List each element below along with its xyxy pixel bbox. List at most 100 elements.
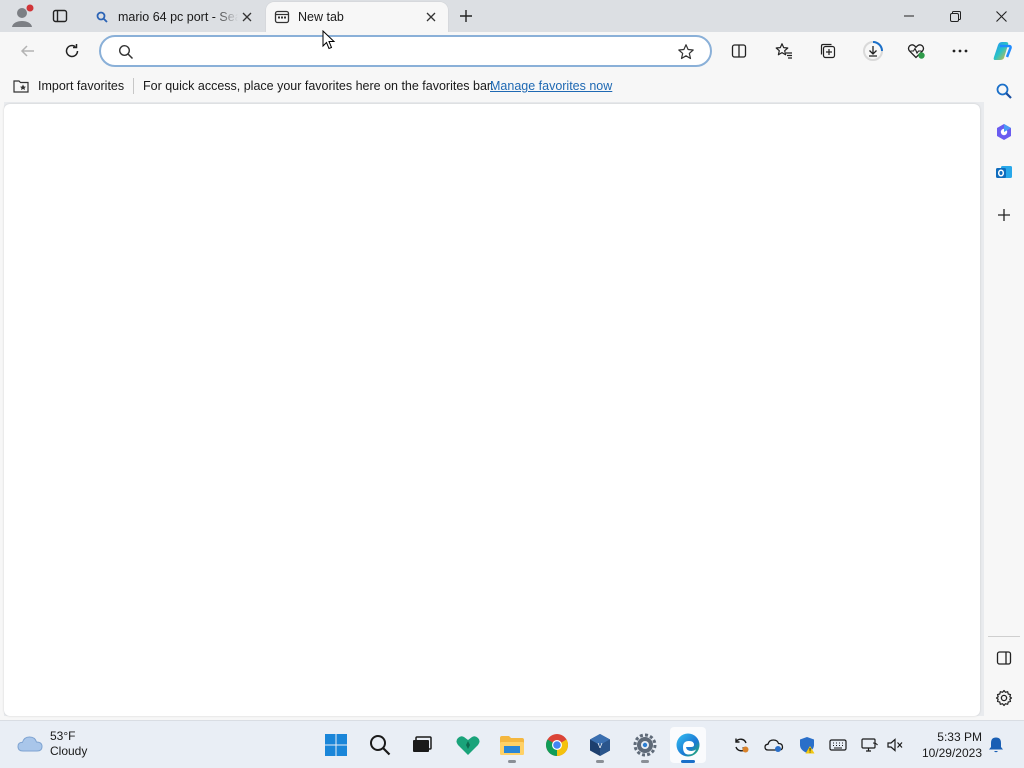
tab-actions-icon xyxy=(52,9,68,23)
tab-actions-button[interactable] xyxy=(46,4,74,28)
close-icon xyxy=(995,10,1007,22)
import-favorites-label: Import favorites xyxy=(38,79,125,93)
weather-widget[interactable]: 53°F Cloudy xyxy=(16,729,87,759)
weather-condition: Cloudy xyxy=(50,744,88,758)
virtualbox-button[interactable]: V xyxy=(582,727,618,763)
close-icon[interactable] xyxy=(422,8,440,26)
profile-button[interactable] xyxy=(8,4,36,28)
search-icon xyxy=(94,9,110,25)
new-tab-page-icon xyxy=(274,9,290,25)
copilot-icon xyxy=(993,42,1012,60)
more-button[interactable] xyxy=(946,37,974,65)
collections-icon xyxy=(820,43,836,59)
edge-button[interactable] xyxy=(670,727,706,763)
minimize-icon xyxy=(904,15,914,17)
volume-muted-icon xyxy=(887,738,903,752)
tab-title: New tab xyxy=(298,10,344,24)
start-icon xyxy=(325,734,347,756)
sidebar-outlook-button[interactable] xyxy=(990,158,1018,186)
add-icon xyxy=(998,209,1010,221)
tray-onedrive-button[interactable] xyxy=(764,735,784,755)
keyboard-icon xyxy=(829,739,847,751)
restore-icon xyxy=(949,10,961,22)
cloud-icon xyxy=(17,736,43,752)
page-content[interactable] xyxy=(4,104,980,716)
tray-keyboard-button[interactable] xyxy=(828,735,848,755)
task-view-button[interactable] xyxy=(404,727,440,763)
bell-icon xyxy=(989,737,1003,753)
tray-security-button[interactable] xyxy=(797,735,817,755)
import-favorites-icon xyxy=(13,80,29,93)
chrome-button[interactable] xyxy=(539,727,575,763)
sidebar-toggle-icon xyxy=(996,651,1012,665)
mouse-cursor-icon xyxy=(322,30,336,50)
tab-new-tab[interactable]: New tab xyxy=(266,2,448,32)
minimize-button[interactable] xyxy=(886,0,932,32)
search-icon xyxy=(996,83,1012,99)
split-screen-icon xyxy=(731,44,747,58)
address-input[interactable] xyxy=(141,41,661,61)
tray-sync-button[interactable] xyxy=(731,735,751,755)
settings-app-button[interactable] xyxy=(627,727,663,763)
clock-time: 5:33 PM xyxy=(937,730,982,744)
app-icon xyxy=(456,736,480,755)
plus-icon xyxy=(460,10,472,22)
search-icon xyxy=(370,735,391,756)
sidebar-search-button[interactable] xyxy=(990,77,1018,105)
outlook-icon xyxy=(996,166,1012,178)
new-tab-button[interactable] xyxy=(454,4,478,28)
copilot-button[interactable] xyxy=(988,37,1016,65)
virtualbox-icon: V xyxy=(590,734,610,756)
file-explorer-icon xyxy=(500,736,524,755)
network-icon xyxy=(861,738,878,752)
downloads-icon xyxy=(863,41,883,61)
notifications-button[interactable] xyxy=(986,735,1006,755)
refresh-icon xyxy=(65,44,79,58)
edge-sidebar xyxy=(984,70,1024,720)
running-indicator xyxy=(596,760,604,763)
file-explorer-button[interactable] xyxy=(494,727,530,763)
refresh-button[interactable] xyxy=(58,37,86,65)
navigation-toolbar xyxy=(0,32,1024,70)
svg-text:V: V xyxy=(598,742,603,750)
sidebar-add-button[interactable] xyxy=(990,201,1018,229)
add-favorite-star-icon[interactable] xyxy=(677,43,695,61)
performance-button[interactable] xyxy=(902,37,930,65)
back-button[interactable] xyxy=(14,37,42,65)
close-window-button[interactable] xyxy=(978,0,1024,32)
split-screen-button[interactable] xyxy=(725,37,753,65)
taskbar-clock[interactable]: 5:33 PM 10/29/2023 xyxy=(916,729,982,761)
copilot-apps-icon xyxy=(997,124,1011,140)
settings-icon xyxy=(633,733,657,757)
close-icon[interactable] xyxy=(238,8,256,26)
taskbar-app-shield[interactable] xyxy=(450,727,486,763)
divider xyxy=(133,78,134,94)
import-favorites-button[interactable]: Import favorites xyxy=(12,77,124,95)
sync-icon xyxy=(735,738,749,753)
edge-icon xyxy=(676,733,700,757)
search-icon xyxy=(118,44,134,60)
task-view-icon xyxy=(413,736,432,752)
downloads-button[interactable] xyxy=(859,37,887,65)
address-bar[interactable] xyxy=(99,35,712,67)
favorites-bar: Import favorites For quick access, place… xyxy=(0,70,984,102)
tray-volume-button[interactable] xyxy=(885,735,905,755)
security-warning-icon xyxy=(800,737,815,754)
performance-icon xyxy=(907,44,925,59)
chrome-icon xyxy=(546,734,568,756)
taskbar: 53°F Cloudy V 5:33 PM 10/29/2023 xyxy=(0,720,1024,768)
favorites-button[interactable] xyxy=(770,37,798,65)
taskbar-search-button[interactable] xyxy=(362,727,398,763)
settings-icon xyxy=(995,689,1013,707)
clock-date: 10/29/2023 xyxy=(921,746,982,760)
sidebar-settings-button[interactable] xyxy=(990,684,1018,712)
tab-title: mario 64 pc port - Search xyxy=(118,10,238,24)
collections-button[interactable] xyxy=(814,37,842,65)
sidebar-toggle-button[interactable] xyxy=(990,644,1018,672)
sidebar-copilot-apps-button[interactable] xyxy=(990,118,1018,146)
tray-network-button[interactable] xyxy=(860,735,880,755)
restore-button[interactable] xyxy=(932,0,978,32)
start-button[interactable] xyxy=(318,727,354,763)
tab-search[interactable]: mario 64 pc port - Search xyxy=(86,2,264,32)
manage-favorites-link[interactable]: Manage favorites now xyxy=(490,79,612,93)
